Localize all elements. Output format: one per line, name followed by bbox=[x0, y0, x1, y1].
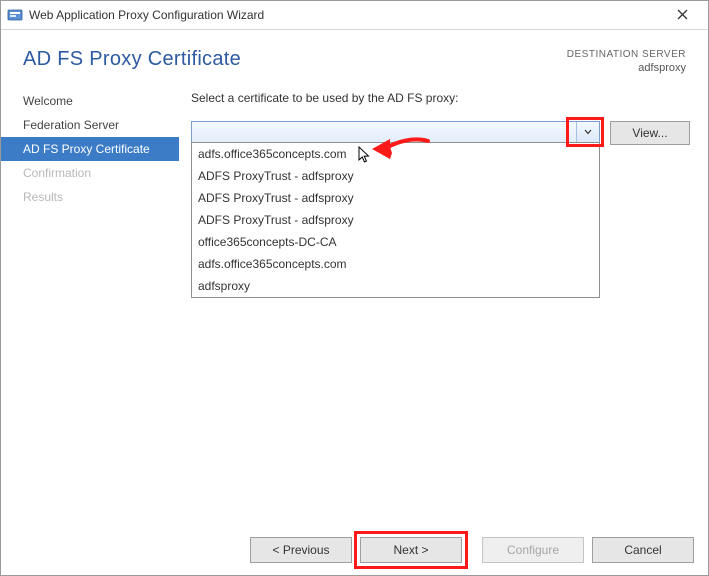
certificate-option[interactable]: adfsproxy bbox=[192, 275, 599, 297]
certificate-combobox-text bbox=[192, 122, 576, 142]
step-federation-server[interactable]: Federation Server bbox=[1, 113, 179, 137]
certificate-option[interactable]: office365concepts-DC-CA bbox=[192, 231, 599, 253]
certificate-combobox[interactable] bbox=[191, 121, 600, 143]
certificate-dropdown-list: adfs.office365concepts.com ADFS ProxyTru… bbox=[191, 142, 600, 298]
cancel-button[interactable]: Cancel bbox=[592, 537, 694, 563]
configure-button: Configure bbox=[482, 537, 584, 563]
certificate-combo-wrap: adfs.office365concepts.com ADFS ProxyTru… bbox=[191, 121, 600, 143]
chevron-down-icon bbox=[584, 127, 592, 137]
step-adfs-proxy-certificate[interactable]: AD FS Proxy Certificate bbox=[1, 137, 179, 161]
certificate-option[interactable]: adfs.office365concepts.com bbox=[192, 143, 599, 165]
title-bar: Web Application Proxy Configuration Wiza… bbox=[1, 1, 708, 30]
view-certificate-button[interactable]: View... bbox=[610, 121, 690, 145]
close-button[interactable] bbox=[662, 1, 702, 29]
certificate-option[interactable]: ADFS ProxyTrust - adfsproxy bbox=[192, 209, 599, 231]
app-icon bbox=[7, 7, 23, 23]
certificate-combobox-arrow[interactable] bbox=[576, 122, 599, 142]
page-title: AD FS Proxy Certificate bbox=[23, 48, 241, 71]
certificate-option[interactable]: ADFS ProxyTrust - adfsproxy bbox=[192, 187, 599, 209]
window-title: Web Application Proxy Configuration Wiza… bbox=[29, 8, 264, 22]
instruction-text: Select a certificate to be used by the A… bbox=[191, 91, 690, 105]
step-confirmation: Confirmation bbox=[1, 161, 179, 185]
certificate-option[interactable]: ADFS ProxyTrust - adfsproxy bbox=[192, 165, 599, 187]
header: AD FS Proxy Certificate DESTINATION SERV… bbox=[1, 30, 708, 89]
destination-server-block: DESTINATION SERVER adfsproxy bbox=[567, 48, 686, 75]
next-button-wrap: Next > bbox=[360, 537, 462, 563]
content-area: Select a certificate to be used by the A… bbox=[179, 89, 708, 525]
step-results: Results bbox=[1, 185, 179, 209]
footer-button-bar: < Previous Next > Configure Cancel bbox=[1, 525, 708, 575]
next-button[interactable]: Next > bbox=[360, 537, 462, 563]
close-icon bbox=[677, 7, 688, 23]
destination-label: DESTINATION SERVER bbox=[567, 48, 686, 61]
wizard-steps-sidebar: Welcome Federation Server AD FS Proxy Ce… bbox=[1, 89, 179, 525]
previous-button[interactable]: < Previous bbox=[250, 537, 352, 563]
body: Welcome Federation Server AD FS Proxy Ce… bbox=[1, 89, 708, 525]
destination-value: adfsproxy bbox=[567, 61, 686, 75]
certificate-row: adfs.office365concepts.com ADFS ProxyTru… bbox=[191, 121, 690, 145]
wizard-window: Web Application Proxy Configuration Wiza… bbox=[0, 0, 709, 576]
step-welcome[interactable]: Welcome bbox=[1, 89, 179, 113]
certificate-option[interactable]: adfs.office365concepts.com bbox=[192, 253, 599, 275]
